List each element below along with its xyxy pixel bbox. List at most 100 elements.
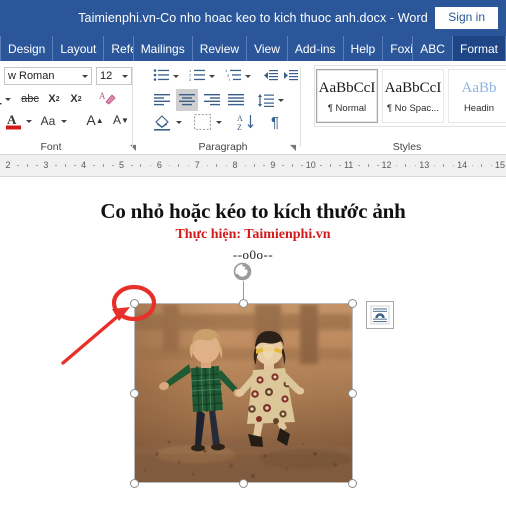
resize-handle-bottom-right[interactable]	[347, 478, 357, 488]
style-sample: AaBb	[461, 79, 497, 96]
document-canvas[interactable]: Co nhỏ hoặc kéo to kích thước ảnh Thực h…	[0, 177, 506, 505]
chevron-down-icon[interactable]	[82, 75, 88, 78]
sort-button[interactable]: A Z	[236, 113, 256, 131]
resize-handle-middle-right[interactable]	[347, 388, 357, 398]
ruler-minor-tick	[443, 163, 445, 167]
multilevel-list-button[interactable]: 1 a i	[224, 67, 242, 83]
line-spacing-dropdown[interactable]	[277, 96, 285, 104]
ruler-minor-tick	[367, 163, 369, 167]
change-case-button[interactable]: Aa	[38, 113, 58, 129]
inserted-photo[interactable]	[134, 303, 353, 483]
ruler-dot	[301, 164, 303, 166]
rotate-handle[interactable]	[232, 261, 253, 282]
chevron-down-icon	[245, 74, 251, 78]
underline-dropdown[interactable]	[4, 95, 12, 103]
font-color-button[interactable]: A	[4, 111, 24, 131]
tab-help[interactable]: Help	[344, 36, 384, 61]
tab-review[interactable]: Review	[193, 36, 248, 61]
increase-indent-button[interactable]	[282, 67, 298, 83]
layout-options-button[interactable]	[366, 301, 394, 329]
font-size-value: 12	[100, 70, 113, 82]
style-normal[interactable]: AaBbCcI ¶ Normal	[316, 69, 378, 123]
ruler-tick-label: 14	[457, 159, 468, 170]
numbered-list-icon: 1 2 3	[189, 68, 205, 82]
ruler-dot	[187, 164, 190, 166]
selected-image-container[interactable]	[129, 262, 357, 488]
tab-add-ins[interactable]: Add-ins	[288, 36, 344, 61]
ruler-dot	[93, 164, 95, 166]
bullet-list-icon	[153, 69, 169, 81]
font-name-input[interactable]: w Roman	[4, 67, 92, 85]
ruler-dot	[112, 164, 114, 166]
ruler-minor-tick	[405, 163, 407, 167]
ruler-dot	[395, 164, 398, 166]
document-heading: Co nhỏ hoặc kéo to kích thước ảnh	[100, 199, 406, 223]
superscript-button[interactable]: X2	[68, 91, 84, 107]
horizontal-ruler[interactable]: 2 3 4 5 6 7 8 9 10 11 12 13 14 15	[0, 155, 506, 177]
tab-design[interactable]: Design	[0, 36, 54, 61]
grow-font-label: A	[86, 112, 96, 128]
resize-handle-bottom-left[interactable]	[129, 478, 139, 488]
ruler-tick-label: 13	[419, 159, 430, 170]
style-no-spacing[interactable]: AaBbCcI ¶ No Spac...	[382, 69, 444, 123]
align-right-button[interactable]	[202, 91, 222, 109]
tab-references[interactable]: Referenc	[104, 36, 134, 61]
shading-dropdown[interactable]	[175, 118, 183, 126]
tab-mailings[interactable]: Mailings	[134, 36, 193, 61]
ruler-dot	[471, 164, 474, 166]
ruler-dot	[225, 164, 228, 166]
tab-layout[interactable]: Layout	[53, 36, 105, 61]
decrease-indent-button[interactable]	[262, 67, 278, 83]
ruler-tick-label: 5	[119, 159, 125, 170]
style-sample: AaBbCcI	[318, 79, 376, 96]
borders-button[interactable]	[192, 113, 212, 131]
borders-dropdown[interactable]	[215, 118, 223, 126]
sign-in-button[interactable]: Sign in	[435, 7, 498, 29]
ruler-tick-label: 15	[494, 159, 506, 170]
group-divider	[300, 67, 301, 147]
strikethrough-button[interactable]: abc	[20, 91, 40, 107]
bullet-list-button[interactable]	[152, 67, 170, 83]
font-size-input[interactable]: 12	[96, 67, 132, 85]
tab-view[interactable]: View	[247, 36, 288, 61]
underline-button[interactable]: U	[0, 91, 2, 107]
align-left-button[interactable]	[152, 91, 172, 109]
numbered-list-button[interactable]: 1 2 3	[188, 67, 206, 83]
clear-formatting-button[interactable]: A	[98, 89, 118, 107]
multilevel-list-dropdown[interactable]	[244, 72, 252, 80]
tab-format[interactable]: Format	[452, 36, 506, 61]
multilevel-list-icon: 1 a i	[225, 68, 241, 82]
chevron-down-icon	[173, 74, 179, 78]
decrease-indent-icon	[263, 69, 278, 80]
grow-font-button[interactable]: A ▲	[86, 111, 104, 129]
ruler-dot	[263, 164, 265, 166]
svg-text:i: i	[229, 77, 230, 82]
resize-handle-top-left[interactable]	[129, 298, 139, 308]
justify-button[interactable]	[226, 91, 246, 109]
ruler-tick-label: 4	[81, 159, 87, 170]
tab-abc[interactable]: ABC	[413, 36, 453, 61]
tab-foxit-reader[interactable]: Foxit Rea	[383, 36, 414, 61]
line-spacing-button[interactable]	[256, 91, 274, 109]
paragraph-dialog-launcher[interactable]: ◥	[290, 143, 296, 152]
shrink-font-button[interactable]: A ▼	[112, 111, 130, 129]
resize-handle-top-right[interactable]	[347, 298, 357, 308]
window-title: Taimienphi.vn-Co nho hoac keo to kich th…	[78, 11, 428, 25]
change-case-dropdown[interactable]	[60, 117, 68, 125]
underline-icon: U	[0, 102, 1, 104]
style-name: ¶ No Spac...	[386, 102, 440, 114]
resize-handle-top-center[interactable]	[238, 298, 248, 308]
font-color-dropdown[interactable]	[25, 117, 33, 125]
style-heading1[interactable]: AaBb Headin	[448, 69, 506, 123]
shading-button[interactable]	[152, 113, 172, 131]
resize-handle-middle-left[interactable]	[129, 388, 139, 398]
align-center-button[interactable]	[176, 89, 198, 111]
show-formatting-marks-button[interactable]: ¶	[266, 113, 284, 131]
numbered-list-dropdown[interactable]	[208, 72, 216, 80]
resize-handle-bottom-center[interactable]	[238, 478, 248, 488]
bullet-list-dropdown[interactable]	[172, 72, 180, 80]
chevron-down-icon	[26, 119, 32, 123]
ruler-dot	[452, 164, 455, 166]
subscript-button[interactable]: X2	[46, 91, 62, 107]
chevron-down-icon[interactable]	[122, 75, 128, 78]
